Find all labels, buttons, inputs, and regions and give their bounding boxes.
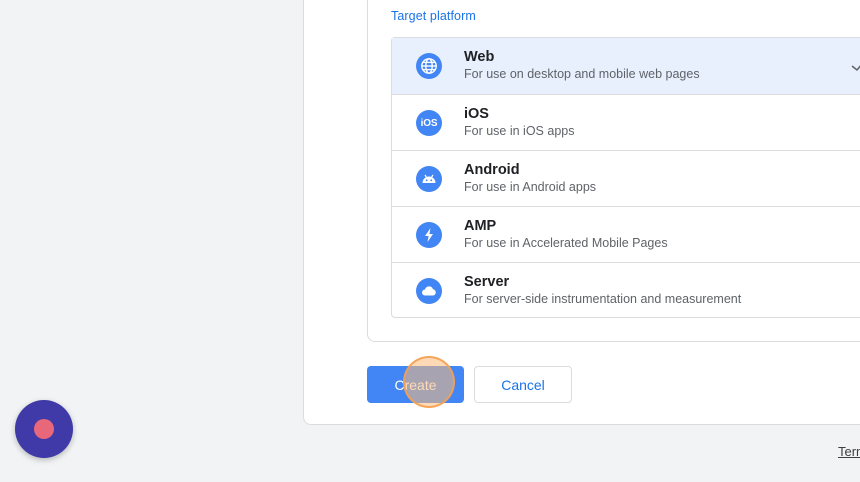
create-button[interactable]: Create	[367, 366, 464, 403]
platform-option-web[interactable]: Web For use on desktop and mobile web pa…	[392, 38, 860, 94]
record-dot-icon	[34, 419, 54, 439]
check-icon	[850, 60, 860, 74]
platform-subtitle: For use on desktop and mobile web pages	[464, 67, 700, 81]
platform-subtitle: For use in Accelerated Mobile Pages	[464, 236, 668, 250]
ios-icon: iOS	[416, 110, 442, 136]
platform-option-android[interactable]: Android For use in Android apps	[392, 150, 860, 206]
platform-title: iOS	[464, 106, 489, 122]
lightning-icon	[416, 222, 442, 248]
floating-assistant-button[interactable]	[15, 400, 73, 458]
platform-title: Server	[464, 274, 510, 290]
platform-title: Android	[464, 162, 520, 178]
platform-subtitle: For use in iOS apps	[464, 124, 575, 138]
platform-subtitle: For server-side instrumentation and meas…	[464, 292, 742, 306]
platform-option-amp[interactable]: AMP For use in Accelerated Mobile Pages	[392, 206, 860, 262]
terms-link[interactable]: Terms	[838, 444, 860, 459]
platform-subtitle: For use in Android apps	[464, 180, 597, 194]
cancel-button[interactable]: Cancel	[474, 366, 572, 403]
platform-list: Web For use on desktop and mobile web pa…	[391, 37, 860, 318]
platform-option-server[interactable]: Server For server-side instrumentation a…	[392, 262, 860, 318]
platform-option-ios[interactable]: iOS iOS For use in iOS apps	[392, 94, 860, 150]
platform-title: AMP	[464, 218, 497, 234]
android-icon	[416, 166, 442, 192]
globe-icon	[416, 53, 442, 79]
platform-title: Web	[464, 49, 495, 65]
cloud-icon	[416, 278, 442, 304]
target-platform-label: Target platform	[391, 9, 476, 23]
